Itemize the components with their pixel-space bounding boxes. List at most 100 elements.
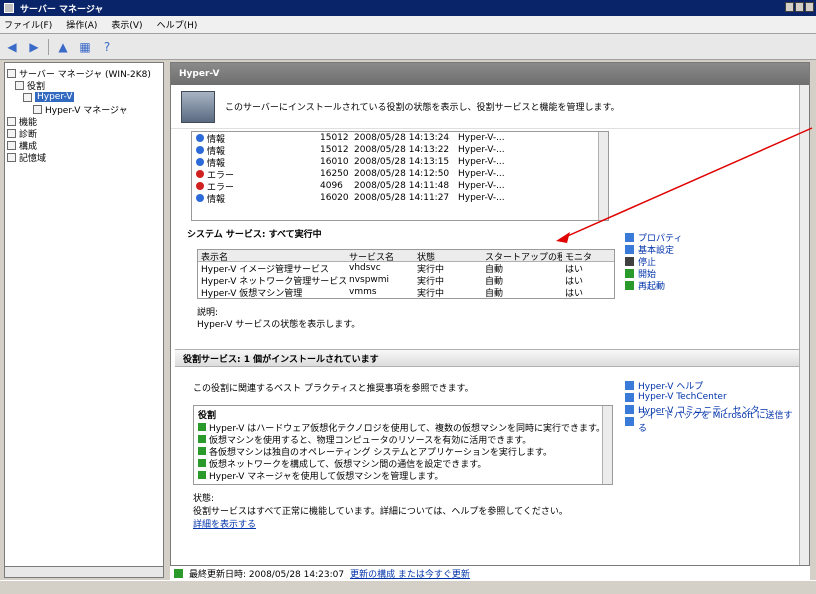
role-line-text: Hyper-V マネージャを使用して仮想マシンを管理します。 [209, 471, 444, 482]
service-name: vhdsvc [349, 263, 381, 273]
role-line: 各仮想マシンは独自のオペレーティング システムとアプリケーションを実行します。 [198, 445, 608, 458]
server-manager-icon [4, 3, 14, 13]
system-services-section: システム サービス: すべて実行中 表示名 サービス名 状態 スタートアップの種… [187, 227, 615, 347]
service-startup: 自動 [485, 288, 504, 299]
restart-icon [625, 280, 634, 290]
event-source: Hyper-V-... [458, 133, 505, 143]
show-tree-icon[interactable]: ▦ [77, 39, 93, 55]
col-monitor[interactable]: モニタ [562, 250, 602, 261]
community-icon [625, 404, 634, 414]
preferences-icon [625, 244, 634, 254]
role-line: 仮想ネットワークを構成して、仮想マシン間の通信を設定できます。 [198, 457, 608, 470]
action-hyperv-help[interactable]: Hyper-V ヘルプ [625, 379, 801, 392]
tree-item-roles[interactable]: 役割 [7, 79, 161, 92]
menu-file[interactable]: ファイル(F) [4, 18, 52, 31]
refresh-link[interactable]: 更新の構成 または今すぐ更新 [350, 567, 470, 580]
role-services-band[interactable]: 役割サービス: 1 個がインストールされています [175, 349, 805, 367]
service-name: vmms [349, 287, 377, 297]
event-row[interactable]: エラー 4096 2008/05/28 14:11:48 Hyper-V-... [192, 180, 608, 193]
minimize-button[interactable] [785, 2, 794, 12]
help-icon[interactable]: ? [99, 39, 115, 55]
up-folder-icon[interactable]: ▲ [55, 39, 71, 55]
close-button[interactable] [805, 2, 814, 12]
tree-item-label: 記憶域 [19, 153, 47, 164]
col-status[interactable]: 状態 [414, 250, 482, 261]
action-stop[interactable]: 停止 [625, 255, 795, 268]
service-monitor: はい [565, 288, 584, 299]
refresh-icon [174, 568, 183, 578]
check-icon [198, 423, 206, 431]
tree-item-label: Hyper-V [35, 92, 75, 102]
col-service-name[interactable]: サービス名 [346, 250, 414, 261]
toolbar: ◀ ▶ ▲ ▦ ? [0, 34, 816, 60]
start-icon [625, 268, 634, 278]
tree-item-label: 役割 [27, 81, 46, 92]
event-row[interactable]: 情報 16010 2008/05/28 14:13:15 Hyper-V-... [192, 156, 608, 169]
check-icon [198, 435, 206, 443]
hyperv-manager-icon [33, 104, 42, 114]
error-icon [196, 182, 204, 190]
tree-item-hyperv-manager[interactable]: Hyper-V マネージャ [7, 103, 161, 116]
intro-text: このサーバーにインストールされている役割の状態を表示し、役割サービスと機能を管理… [225, 103, 620, 113]
hyperv-icon [23, 92, 32, 102]
menu-help[interactable]: ヘルプ(H) [157, 18, 198, 31]
service-row[interactable]: Hyper-V イメージ管理サービス vhdsvc 実行中 自動 はい [198, 262, 614, 275]
forward-icon[interactable]: ▶ [26, 39, 42, 55]
event-row[interactable]: エラー 16250 2008/05/28 14:12:50 Hyper-V-... [192, 168, 608, 181]
event-id: 15012 [320, 133, 349, 143]
action-start[interactable]: 開始 [625, 267, 795, 280]
info-icon [196, 146, 204, 154]
role-line: 仮想マシンを使用すると、物理コンピュータのリソースを有効に活用できます。 [198, 433, 608, 446]
roles-scrollbar[interactable] [602, 406, 612, 484]
event-level: 情報 [207, 194, 226, 205]
event-row[interactable]: 情報 16020 2008/05/28 14:11:27 Hyper-V-... [192, 192, 608, 205]
service-row[interactable]: Hyper-V 仮想マシン管理 vmms 実行中 自動 はい [198, 286, 614, 299]
menu-bar: ファイル(F) 操作(A) 表示(V) ヘルプ(H) [0, 16, 816, 34]
tree-item-root[interactable]: サーバー マネージャ (WIN-2K8) [7, 67, 161, 80]
maximize-button[interactable] [795, 2, 804, 12]
tree-item-storage[interactable]: 記憶域 [7, 151, 161, 164]
configuration-icon [7, 140, 16, 150]
main-scrollbar[interactable] [799, 85, 809, 565]
tree-item-hyperv[interactable]: Hyper-V [7, 91, 161, 103]
event-date: 2008/05/28 14:11:27 [354, 193, 450, 203]
event-date: 2008/05/28 14:12:50 [354, 169, 450, 179]
server-icon [181, 90, 215, 123]
info-icon [196, 134, 204, 142]
event-row[interactable]: 情報 15012 2008/05/28 14:13:22 Hyper-V-... [192, 144, 608, 157]
events-scrollbar[interactable] [598, 132, 608, 220]
properties-icon [625, 232, 634, 242]
col-startup[interactable]: スタートアップの種類 [482, 250, 562, 261]
services-actions: プロパティ 基本設定 停止 開始 再起動 [625, 231, 795, 292]
tree-horizontal-scrollbar[interactable] [4, 566, 164, 578]
info-icon [196, 158, 204, 166]
help-book-icon [625, 380, 634, 390]
services-title[interactable]: システム サービス: すべて実行中 [187, 227, 615, 241]
main-pane: Hyper-V このサーバーにインストールされている役割の状態を表示し、役割サー… [170, 62, 810, 566]
event-source: Hyper-V-... [458, 181, 505, 191]
action-techcenter[interactable]: Hyper-V TechCenter [625, 391, 801, 403]
menu-view[interactable]: 表示(V) [111, 18, 142, 31]
details-link[interactable]: 詳細を表示する [193, 517, 613, 530]
status-text: 役割サービスはすべて正常に機能しています。詳細については、ヘルプを参照してくださ… [193, 507, 568, 517]
back-icon[interactable]: ◀ [4, 39, 20, 55]
action-preferences[interactable]: 基本設定 [625, 243, 795, 256]
tree-item-label: Hyper-V マネージャ [45, 105, 128, 116]
event-date: 2008/05/28 14:13:22 [354, 145, 450, 155]
tree-item-configuration[interactable]: 構成 [7, 139, 161, 152]
menu-action[interactable]: 操作(A) [66, 18, 97, 31]
event-date: 2008/05/28 14:13:15 [354, 157, 450, 167]
tree-item-features[interactable]: 機能 [7, 115, 161, 128]
tree-item-diagnostics[interactable]: 診断 [7, 127, 161, 140]
event-row[interactable]: 情報 15012 2008/05/28 14:13:24 Hyper-V-... [192, 132, 608, 145]
services-description: Hyper-V サービスの状態を表示します。 [197, 320, 361, 330]
action-label: Hyper-V TechCenter [638, 392, 727, 402]
window-controls [785, 2, 814, 12]
event-date: 2008/05/28 14:13:24 [354, 133, 450, 143]
action-feedback[interactable]: フィードバックを Microsoft に送信する [625, 411, 801, 434]
col-display-name[interactable]: 表示名 [198, 250, 346, 261]
service-name: nvspwmi [349, 275, 390, 285]
action-properties[interactable]: プロパティ [625, 231, 795, 244]
service-row[interactable]: Hyper-V ネットワーク管理サービス nvspwmi 実行中 自動 はい [198, 274, 614, 287]
action-restart[interactable]: 再起動 [625, 279, 795, 292]
